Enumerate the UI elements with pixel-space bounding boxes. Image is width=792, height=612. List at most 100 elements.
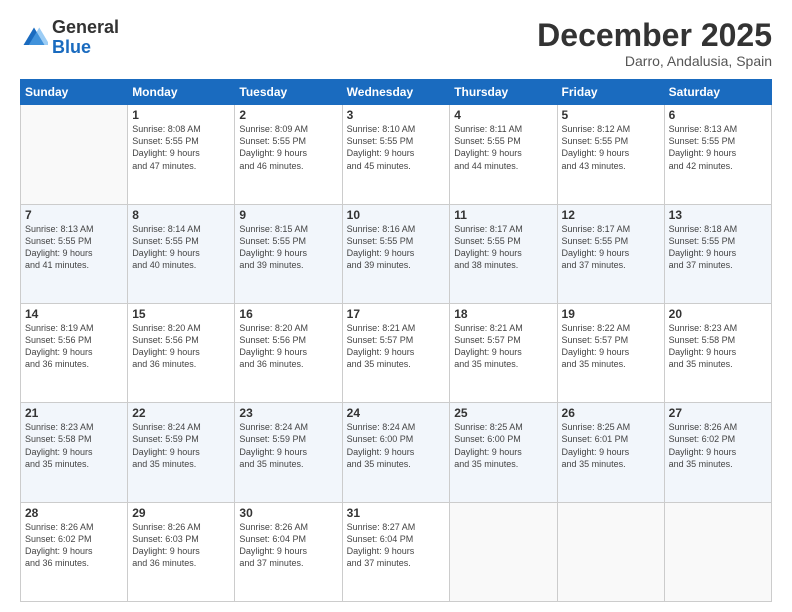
calendar-cell: 23Sunrise: 8:24 AM Sunset: 5:59 PM Dayli… xyxy=(235,403,342,502)
logo: General Blue xyxy=(20,18,119,58)
day-number: 1 xyxy=(132,108,230,122)
weekday-header-tuesday: Tuesday xyxy=(235,80,342,105)
logo-text: General Blue xyxy=(52,18,119,58)
day-number: 9 xyxy=(239,208,337,222)
cell-info: Sunrise: 8:26 AM Sunset: 6:04 PM Dayligh… xyxy=(239,521,337,570)
day-number: 22 xyxy=(132,406,230,420)
calendar-cell: 11Sunrise: 8:17 AM Sunset: 5:55 PM Dayli… xyxy=(450,204,557,303)
day-number: 7 xyxy=(25,208,123,222)
cell-info: Sunrise: 8:26 AM Sunset: 6:02 PM Dayligh… xyxy=(25,521,123,570)
cell-info: Sunrise: 8:13 AM Sunset: 5:55 PM Dayligh… xyxy=(25,223,123,272)
day-number: 26 xyxy=(562,406,660,420)
calendar-cell: 1Sunrise: 8:08 AM Sunset: 5:55 PM Daylig… xyxy=(128,105,235,204)
calendar-cell: 28Sunrise: 8:26 AM Sunset: 6:02 PM Dayli… xyxy=(21,502,128,601)
weekday-header-row: SundayMondayTuesdayWednesdayThursdayFrid… xyxy=(21,80,772,105)
day-number: 11 xyxy=(454,208,552,222)
cell-info: Sunrise: 8:14 AM Sunset: 5:55 PM Dayligh… xyxy=(132,223,230,272)
calendar-week-row: 7Sunrise: 8:13 AM Sunset: 5:55 PM Daylig… xyxy=(21,204,772,303)
cell-info: Sunrise: 8:15 AM Sunset: 5:55 PM Dayligh… xyxy=(239,223,337,272)
calendar-cell: 13Sunrise: 8:18 AM Sunset: 5:55 PM Dayli… xyxy=(664,204,771,303)
header: General Blue December 2025 Darro, Andalu… xyxy=(20,18,772,69)
title-block: December 2025 Darro, Andalusia, Spain xyxy=(537,18,772,69)
weekday-header-friday: Friday xyxy=(557,80,664,105)
calendar-week-row: 1Sunrise: 8:08 AM Sunset: 5:55 PM Daylig… xyxy=(21,105,772,204)
day-number: 17 xyxy=(347,307,446,321)
day-number: 24 xyxy=(347,406,446,420)
calendar-cell xyxy=(21,105,128,204)
day-number: 3 xyxy=(347,108,446,122)
calendar-week-row: 28Sunrise: 8:26 AM Sunset: 6:02 PM Dayli… xyxy=(21,502,772,601)
day-number: 2 xyxy=(239,108,337,122)
calendar-cell: 2Sunrise: 8:09 AM Sunset: 5:55 PM Daylig… xyxy=(235,105,342,204)
cell-info: Sunrise: 8:17 AM Sunset: 5:55 PM Dayligh… xyxy=(454,223,552,272)
page: General Blue December 2025 Darro, Andalu… xyxy=(0,0,792,612)
calendar-cell: 15Sunrise: 8:20 AM Sunset: 5:56 PM Dayli… xyxy=(128,303,235,402)
day-number: 20 xyxy=(669,307,767,321)
calendar-cell: 4Sunrise: 8:11 AM Sunset: 5:55 PM Daylig… xyxy=(450,105,557,204)
logo-blue: Blue xyxy=(52,38,119,58)
cell-info: Sunrise: 8:22 AM Sunset: 5:57 PM Dayligh… xyxy=(562,322,660,371)
day-number: 19 xyxy=(562,307,660,321)
day-number: 27 xyxy=(669,406,767,420)
calendar-cell xyxy=(450,502,557,601)
day-number: 5 xyxy=(562,108,660,122)
calendar-cell: 29Sunrise: 8:26 AM Sunset: 6:03 PM Dayli… xyxy=(128,502,235,601)
cell-info: Sunrise: 8:23 AM Sunset: 5:58 PM Dayligh… xyxy=(669,322,767,371)
weekday-header-saturday: Saturday xyxy=(664,80,771,105)
calendar-cell: 3Sunrise: 8:10 AM Sunset: 5:55 PM Daylig… xyxy=(342,105,450,204)
calendar-cell: 26Sunrise: 8:25 AM Sunset: 6:01 PM Dayli… xyxy=(557,403,664,502)
calendar-cell: 30Sunrise: 8:26 AM Sunset: 6:04 PM Dayli… xyxy=(235,502,342,601)
day-number: 6 xyxy=(669,108,767,122)
day-number: 30 xyxy=(239,506,337,520)
day-number: 31 xyxy=(347,506,446,520)
day-number: 12 xyxy=(562,208,660,222)
calendar-cell: 22Sunrise: 8:24 AM Sunset: 5:59 PM Dayli… xyxy=(128,403,235,502)
weekday-header-wednesday: Wednesday xyxy=(342,80,450,105)
cell-info: Sunrise: 8:26 AM Sunset: 6:02 PM Dayligh… xyxy=(669,421,767,470)
calendar-cell: 12Sunrise: 8:17 AM Sunset: 5:55 PM Dayli… xyxy=(557,204,664,303)
day-number: 16 xyxy=(239,307,337,321)
cell-info: Sunrise: 8:21 AM Sunset: 5:57 PM Dayligh… xyxy=(347,322,446,371)
day-number: 21 xyxy=(25,406,123,420)
cell-info: Sunrise: 8:13 AM Sunset: 5:55 PM Dayligh… xyxy=(669,123,767,172)
day-number: 15 xyxy=(132,307,230,321)
weekday-header-thursday: Thursday xyxy=(450,80,557,105)
weekday-header-sunday: Sunday xyxy=(21,80,128,105)
day-number: 29 xyxy=(132,506,230,520)
calendar-cell: 31Sunrise: 8:27 AM Sunset: 6:04 PM Dayli… xyxy=(342,502,450,601)
cell-info: Sunrise: 8:20 AM Sunset: 5:56 PM Dayligh… xyxy=(132,322,230,371)
cell-info: Sunrise: 8:20 AM Sunset: 5:56 PM Dayligh… xyxy=(239,322,337,371)
calendar-cell: 6Sunrise: 8:13 AM Sunset: 5:55 PM Daylig… xyxy=(664,105,771,204)
day-number: 4 xyxy=(454,108,552,122)
cell-info: Sunrise: 8:09 AM Sunset: 5:55 PM Dayligh… xyxy=(239,123,337,172)
cell-info: Sunrise: 8:19 AM Sunset: 5:56 PM Dayligh… xyxy=(25,322,123,371)
cell-info: Sunrise: 8:21 AM Sunset: 5:57 PM Dayligh… xyxy=(454,322,552,371)
calendar-cell: 18Sunrise: 8:21 AM Sunset: 5:57 PM Dayli… xyxy=(450,303,557,402)
location: Darro, Andalusia, Spain xyxy=(537,53,772,69)
calendar-cell: 24Sunrise: 8:24 AM Sunset: 6:00 PM Dayli… xyxy=(342,403,450,502)
month-title: December 2025 xyxy=(537,18,772,53)
day-number: 23 xyxy=(239,406,337,420)
day-number: 18 xyxy=(454,307,552,321)
cell-info: Sunrise: 8:23 AM Sunset: 5:58 PM Dayligh… xyxy=(25,421,123,470)
calendar-week-row: 14Sunrise: 8:19 AM Sunset: 5:56 PM Dayli… xyxy=(21,303,772,402)
calendar-cell: 7Sunrise: 8:13 AM Sunset: 5:55 PM Daylig… xyxy=(21,204,128,303)
cell-info: Sunrise: 8:08 AM Sunset: 5:55 PM Dayligh… xyxy=(132,123,230,172)
cell-info: Sunrise: 8:16 AM Sunset: 5:55 PM Dayligh… xyxy=(347,223,446,272)
calendar-table: SundayMondayTuesdayWednesdayThursdayFrid… xyxy=(20,79,772,602)
day-number: 10 xyxy=(347,208,446,222)
day-number: 14 xyxy=(25,307,123,321)
calendar-cell: 9Sunrise: 8:15 AM Sunset: 5:55 PM Daylig… xyxy=(235,204,342,303)
cell-info: Sunrise: 8:24 AM Sunset: 5:59 PM Dayligh… xyxy=(132,421,230,470)
calendar-cell: 8Sunrise: 8:14 AM Sunset: 5:55 PM Daylig… xyxy=(128,204,235,303)
cell-info: Sunrise: 8:10 AM Sunset: 5:55 PM Dayligh… xyxy=(347,123,446,172)
cell-info: Sunrise: 8:25 AM Sunset: 6:01 PM Dayligh… xyxy=(562,421,660,470)
day-number: 28 xyxy=(25,506,123,520)
calendar-header: SundayMondayTuesdayWednesdayThursdayFrid… xyxy=(21,80,772,105)
cell-info: Sunrise: 8:24 AM Sunset: 6:00 PM Dayligh… xyxy=(347,421,446,470)
calendar-body: 1Sunrise: 8:08 AM Sunset: 5:55 PM Daylig… xyxy=(21,105,772,602)
calendar-cell: 17Sunrise: 8:21 AM Sunset: 5:57 PM Dayli… xyxy=(342,303,450,402)
calendar-cell: 20Sunrise: 8:23 AM Sunset: 5:58 PM Dayli… xyxy=(664,303,771,402)
logo-general: General xyxy=(52,18,119,38)
calendar-cell: 5Sunrise: 8:12 AM Sunset: 5:55 PM Daylig… xyxy=(557,105,664,204)
